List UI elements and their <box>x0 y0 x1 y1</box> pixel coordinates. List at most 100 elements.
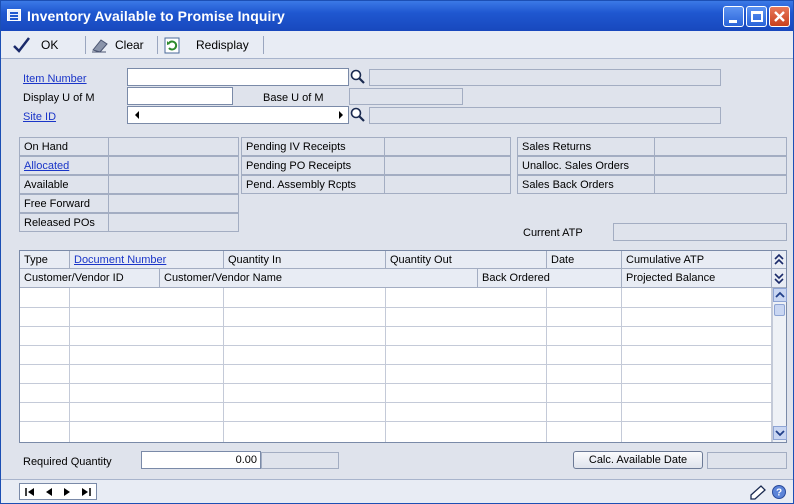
col-projected-balance[interactable]: Projected Balance <box>622 269 772 288</box>
sales-returns-label: Sales Returns <box>522 141 592 153</box>
site-description-display <box>369 107 721 124</box>
eraser-icon <box>92 39 108 53</box>
current-atp-label: Current ATP <box>523 227 583 239</box>
note-icon[interactable] <box>749 484 767 500</box>
item-number-link[interactable]: Item Number <box>23 73 87 85</box>
site-id-link[interactable]: Site ID <box>23 111 56 123</box>
chevron-down-icon <box>775 430 785 437</box>
current-atp-value <box>613 223 787 241</box>
svg-text:?: ? <box>776 488 782 499</box>
grid-scrollbar[interactable] <box>772 288 787 442</box>
double-chevron-down-icon <box>774 273 784 285</box>
sales-back-orders-label: Sales Back Orders <box>522 179 614 191</box>
expand-rows-button[interactable] <box>772 251 786 269</box>
maximize-icon <box>751 11 763 22</box>
caret-right-icon[interactable] <box>336 107 346 123</box>
ok-label: OK <box>41 38 59 52</box>
base-uofm-display <box>349 88 463 105</box>
minimize-button[interactable] <box>723 6 744 27</box>
col-quantity-in[interactable]: Quantity In <box>224 251 386 269</box>
grid-column-qty-out <box>386 288 547 442</box>
col-date[interactable]: Date <box>547 251 622 269</box>
site-id-lookup-button[interactable] <box>349 106 367 124</box>
available-label: Available <box>24 179 69 191</box>
pending-po-receipts-label: Pending PO Receipts <box>246 160 352 172</box>
on-hand-row: On Hand <box>19 137 239 156</box>
chevron-up-icon <box>775 291 785 298</box>
table-row[interactable] <box>20 345 772 346</box>
table-row[interactable] <box>20 364 772 365</box>
required-quantity-uofm-display <box>261 452 339 469</box>
display-uofm-select[interactable] <box>127 87 233 105</box>
col-customer-vendor-id[interactable]: Customer/Vendor ID <box>20 269 160 288</box>
collapse-rows-button[interactable] <box>772 269 786 288</box>
grid-column-document <box>70 288 224 442</box>
record-navigation <box>19 483 97 500</box>
clear-label: Clear <box>115 38 144 52</box>
required-quantity-input[interactable]: 0.00 <box>141 451 261 469</box>
pending-iv-receipts-label: Pending IV Receipts <box>246 141 346 153</box>
col-type[interactable]: Type <box>20 251 70 269</box>
item-number-lookup-button[interactable] <box>349 68 367 86</box>
ok-button[interactable]: OK <box>11 36 58 54</box>
available-date-display <box>707 452 787 469</box>
previous-record-icon[interactable] <box>44 487 54 497</box>
table-row[interactable] <box>20 307 772 308</box>
caret-left-icon[interactable] <box>132 107 142 123</box>
grid-column-qty-in <box>224 288 386 442</box>
close-icon <box>774 11 785 22</box>
scroll-down-button[interactable] <box>773 426 787 440</box>
scroll-up-button[interactable] <box>773 288 787 302</box>
display-uofm-label: Display U of M <box>23 92 95 104</box>
col-cumulative-atp[interactable]: Cumulative ATP <box>622 251 772 269</box>
col-quantity-out[interactable]: Quantity Out <box>386 251 547 269</box>
released-pos-label: Released POs <box>24 217 95 229</box>
col-document-number[interactable]: Document Number <box>70 251 224 269</box>
pending-po-receipts-row: Pending PO Receipts <box>241 156 511 175</box>
scroll-thumb[interactable] <box>774 304 785 316</box>
calc-available-date-button[interactable]: Calc. Available Date <box>573 451 703 469</box>
free-forward-label: Free Forward <box>24 198 91 210</box>
clear-button[interactable]: Clear <box>91 36 144 54</box>
on-hand-label: On Hand <box>24 141 69 153</box>
item-description-display <box>369 69 721 86</box>
required-quantity-label: Required Quantity <box>23 456 112 468</box>
status-bar: ? <box>1 479 793 503</box>
available-row: Available <box>19 175 239 194</box>
redisplay-label: Redisplay <box>196 38 249 52</box>
atp-inquiry-window: Inventory Available to Promise Inquiry O… <box>0 0 794 504</box>
magnifier-icon <box>350 107 365 122</box>
table-row[interactable] <box>20 421 772 422</box>
maximize-button[interactable] <box>746 6 767 27</box>
sales-back-orders-row: Sales Back Orders <box>517 175 787 194</box>
unalloc-sales-orders-label: Unalloc. Sales Orders <box>522 160 629 172</box>
item-number-input[interactable] <box>127 68 349 86</box>
close-button[interactable] <box>769 6 790 27</box>
window-title: Inventory Available to Promise Inquiry <box>27 8 285 24</box>
table-row[interactable] <box>20 326 772 327</box>
grid-column-type <box>20 288 70 442</box>
col-back-ordered[interactable]: Back Ordered <box>478 269 622 288</box>
magnifier-icon <box>350 69 365 84</box>
checkmark-icon <box>13 37 30 53</box>
released-pos-row: Released POs <box>19 213 239 232</box>
next-record-icon[interactable] <box>62 487 72 497</box>
col-customer-vendor-name[interactable]: Customer/Vendor Name <box>160 269 478 288</box>
table-row[interactable] <box>20 402 772 403</box>
free-forward-row: Free Forward <box>19 194 239 213</box>
toolbar-separator <box>85 36 86 54</box>
grid-column-date <box>547 288 622 442</box>
allocated-row: Allocated <box>19 156 239 175</box>
minimize-icon <box>729 20 737 23</box>
help-icon[interactable]: ? <box>771 484 787 500</box>
redisplay-button[interactable]: Redisplay <box>164 36 249 54</box>
sales-returns-row: Sales Returns <box>517 137 787 156</box>
site-id-input[interactable] <box>127 106 349 124</box>
table-row[interactable] <box>20 383 772 384</box>
atp-grid: Type Document Number Quantity In Quantit… <box>19 250 787 443</box>
window-app-icon <box>7 9 21 21</box>
last-record-icon[interactable] <box>80 487 92 497</box>
first-record-icon[interactable] <box>24 487 36 497</box>
allocated-link[interactable]: Allocated <box>24 160 69 172</box>
title-bar[interactable]: Inventory Available to Promise Inquiry <box>1 1 793 31</box>
